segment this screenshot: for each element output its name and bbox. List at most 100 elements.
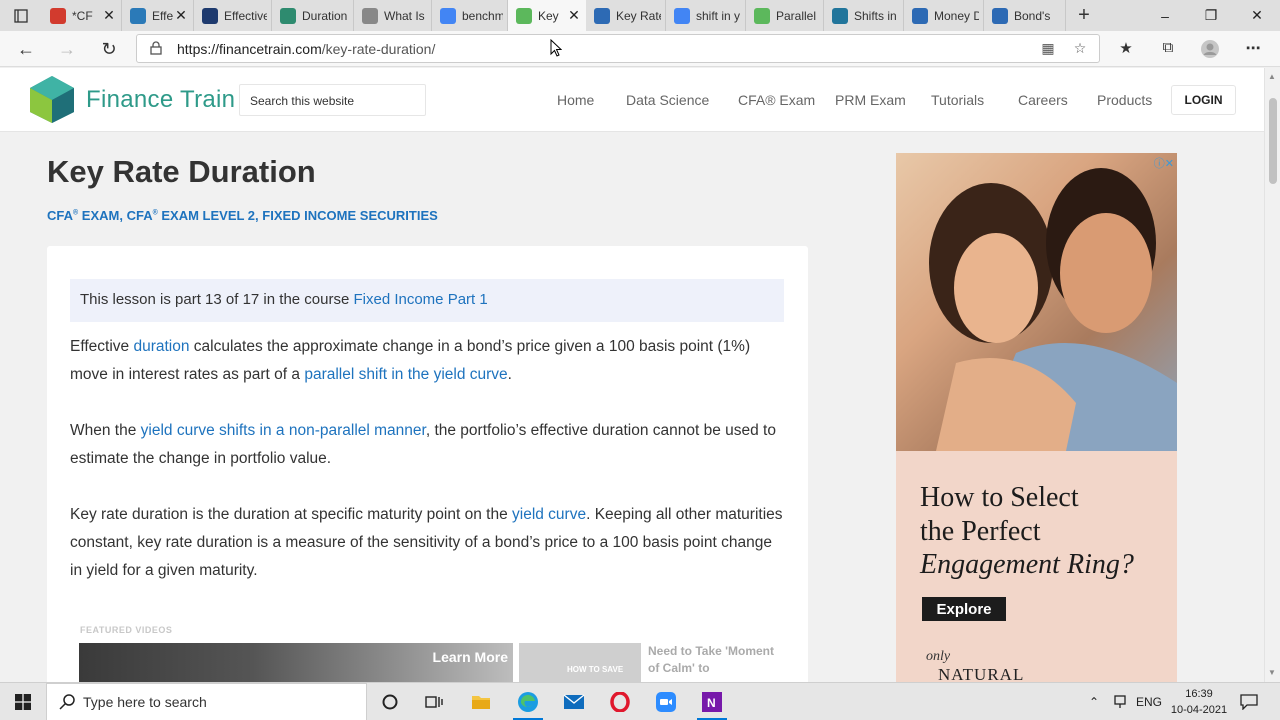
browser-tab[interactable]: Parallel a — [746, 0, 824, 31]
browser-tab[interactable]: Duration — [272, 0, 354, 31]
browser-tab[interactable]: What Is — [354, 0, 432, 31]
browser-tab[interactable]: Effective — [194, 0, 272, 31]
ad-headline-italic: Engagement Ring? — [920, 549, 1134, 580]
site-brand-name[interactable]: Finance Train — [86, 86, 235, 114]
investopedia-icon — [280, 7, 296, 24]
taskbar-clock[interactable]: 16:39 10-04-2021 — [1170, 686, 1228, 718]
web-page: Finance Train Search this website Home D… — [0, 68, 1264, 682]
browser-tab[interactable]: Money D — [904, 0, 984, 31]
browser-tab[interactable]: Shifts in — [824, 0, 904, 31]
financetrain-icon — [912, 7, 928, 24]
edge-browser-icon[interactable] — [513, 687, 543, 717]
close-tab-icon[interactable]: ✕ — [173, 7, 189, 24]
non-parallel-shift-link[interactable]: yield curve shifts in a non-parallel man… — [141, 422, 426, 439]
parallel-shift-link[interactable]: parallel shift in the yield curve — [304, 366, 507, 383]
profile-avatar-icon[interactable] — [1200, 39, 1220, 59]
page-scrollbar[interactable]: ▲ ▼ — [1264, 68, 1280, 682]
zoom-icon[interactable] — [651, 687, 681, 717]
ad-info-icon[interactable]: ⓘ✕ — [1154, 155, 1174, 171]
close-tab-icon[interactable]: ✕ — [566, 7, 582, 24]
windows-start-icon[interactable] — [0, 683, 46, 720]
nav-cfa-exam[interactable]: CFA® Exam — [738, 92, 815, 108]
network-icon[interactable] — [1112, 683, 1128, 720]
ad-headline: How to Select the Perfect — [920, 482, 1079, 547]
browser-tab[interactable]: Key ✕ — [508, 0, 586, 31]
nav-products[interactable]: Products — [1097, 92, 1152, 108]
pdf-icon — [50, 7, 66, 24]
browser-tab[interactable]: shift in y — [666, 0, 746, 31]
browser-tab-label: benchma — [462, 8, 503, 23]
url-field[interactable]: https://financetrain.com/key-rate-durati… — [136, 34, 1100, 63]
scroll-up-icon[interactable]: ▲ — [1268, 72, 1276, 81]
duration-link[interactable]: duration — [133, 338, 189, 355]
nav-tutorials[interactable]: Tutorials — [931, 92, 984, 108]
learn-more-button[interactable]: Learn More — [433, 649, 508, 665]
browser-tab[interactable]: benchma — [432, 0, 508, 31]
advertisement[interactable]: ⓘ✕ How to Select the Perfect Engagement … — [896, 153, 1177, 682]
course-notice: This lesson is part 13 of 17 in the cour… — [70, 279, 784, 322]
login-button[interactable]: LOGIN — [1171, 85, 1236, 115]
cortana-icon[interactable] — [375, 687, 405, 717]
onenote-icon[interactable]: N — [697, 687, 727, 717]
favorite-star-icon[interactable]: ☆ — [1071, 40, 1089, 58]
mouse-cursor-icon — [550, 39, 562, 57]
site-search-input[interactable]: Search this website — [239, 84, 426, 116]
browser-tab[interactable]: Effe ✕ — [122, 0, 194, 31]
language-indicator[interactable]: ENG — [1136, 683, 1162, 720]
category-cfa-exam[interactable]: CFA® EXAM, — [47, 208, 127, 223]
category-cfa-level-2[interactable]: CFA® EXAM LEVEL 2, — [127, 208, 263, 223]
scroll-thumb[interactable] — [1269, 98, 1277, 184]
nav-data-science[interactable]: Data Science — [626, 92, 709, 108]
taskbar-search-input[interactable]: Type here to search — [46, 683, 367, 720]
tray-overflow-icon[interactable]: ⌃ — [1089, 683, 1099, 720]
article-content: This lesson is part 13 of 17 in the cour… — [47, 246, 808, 682]
url-host: https://financetrain.com — [177, 40, 322, 57]
back-arrow-icon[interactable]: ← — [11, 35, 41, 63]
collections-icon[interactable]: ⧉ — [1158, 39, 1178, 59]
browser-tab[interactable]: Key Rate — [586, 0, 666, 31]
browser-tab-bar: *CF✕Effe✕EffectiveDurationWhat Isbenchma… — [0, 0, 1280, 31]
nav-careers[interactable]: Careers — [1018, 92, 1068, 108]
lock-icon[interactable] — [149, 41, 163, 55]
browser-tab-label: Parallel a — [776, 8, 819, 23]
close-window-icon[interactable]: ✕ — [1234, 0, 1280, 31]
browser-tab-label: Shifts in — [854, 8, 897, 23]
opera-icon[interactable] — [605, 687, 635, 717]
notification-icon[interactable] — [1240, 683, 1258, 720]
browser-tab-label: Effe — [152, 8, 173, 23]
video-thumbnail[interactable]: HOW TO SAVE — [519, 643, 641, 682]
finance-train-logo-icon[interactable] — [28, 74, 76, 124]
new-tab-button[interactable]: + — [1066, 0, 1102, 31]
task-view-icon[interactable] — [419, 687, 449, 717]
yield-curve-link[interactable]: yield curve — [512, 506, 586, 523]
wordpress-icon — [832, 7, 848, 24]
browser-tab-label: shift in y — [696, 8, 741, 23]
minimize-icon[interactable]: – — [1142, 0, 1188, 31]
ad-brand-name: NATURAL — [938, 665, 1025, 682]
nav-home[interactable]: Home — [557, 92, 594, 108]
browser-tab-label: *CF — [72, 8, 93, 23]
ad-explore-button[interactable]: Explore — [922, 597, 1006, 621]
featured-video-player[interactable]: Learn More — [79, 643, 513, 682]
refresh-icon[interactable]: ↻ — [94, 35, 124, 63]
category-fixed-income[interactable]: FIXED INCOME SECURITIES — [262, 208, 438, 223]
nav-prm-exam[interactable]: PRM Exam — [835, 92, 906, 108]
reader-view-icon[interactable]: ▦ — [1039, 40, 1057, 58]
browser-tab[interactable]: *CF ✕ — [42, 0, 122, 31]
file-explorer-icon[interactable] — [466, 687, 496, 717]
favorites-icon[interactable]: ★ — [1116, 39, 1136, 59]
browser-tab[interactable]: Bond's — [984, 0, 1066, 31]
forward-arrow-icon[interactable]: → — [52, 35, 82, 63]
scroll-down-icon[interactable]: ▼ — [1268, 668, 1276, 677]
financetrain-icon — [754, 7, 770, 24]
tab-actions-icon[interactable] — [0, 0, 42, 31]
restore-icon[interactable]: ❐ — [1188, 0, 1234, 31]
close-tab-icon[interactable]: ✕ — [101, 7, 117, 24]
course-link[interactable]: Fixed Income Part 1 — [353, 291, 487, 308]
site-header: Finance Train Search this website Home D… — [0, 68, 1264, 132]
video-caption[interactable]: Need to Take 'Moment of Calm' to — [648, 643, 778, 677]
mail-icon[interactable] — [559, 687, 589, 717]
svg-text:N: N — [707, 696, 716, 710]
settings-more-icon[interactable]: ⋯ — [1243, 39, 1263, 59]
browser-tab-label: Key Rate — [616, 8, 661, 23]
